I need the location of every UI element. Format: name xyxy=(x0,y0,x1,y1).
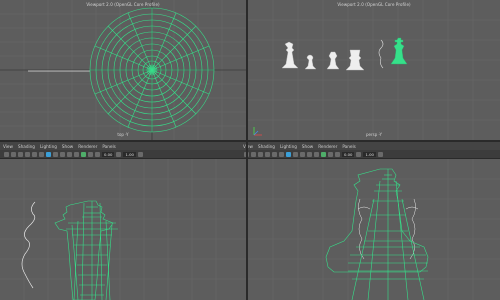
pawn-front-wireframe[interactable] xyxy=(0,159,246,300)
grid-icon[interactable] xyxy=(32,151,37,157)
menu-shading[interactable]: Shading xyxy=(258,144,275,149)
menubar-bottom-right: View Shading Lighting Show Renderer Pane… xyxy=(240,142,500,150)
smooth-shade-icon[interactable] xyxy=(286,151,291,157)
grid-icon[interactable] xyxy=(272,151,277,157)
menu-lighting[interactable]: Lighting xyxy=(280,144,297,149)
lights-icon[interactable] xyxy=(60,151,65,157)
gamma-icon[interactable] xyxy=(356,151,362,157)
bookmark-icon[interactable] xyxy=(258,151,263,157)
color-space-icon[interactable] xyxy=(377,151,383,157)
lock-icon[interactable] xyxy=(251,151,256,157)
gamma-icon[interactable] xyxy=(116,151,122,157)
viewport-front[interactable] xyxy=(0,159,246,300)
menu-shading[interactable]: Shading xyxy=(18,144,35,149)
xray-joints-icon[interactable] xyxy=(88,151,93,157)
near-clip-field[interactable]: 0.00 xyxy=(102,151,115,157)
texture-icon[interactable] xyxy=(53,151,58,157)
menu-renderer[interactable]: Renderer xyxy=(78,144,97,149)
lights-icon[interactable] xyxy=(300,151,305,157)
film-gate-icon[interactable] xyxy=(265,151,270,157)
viewport-title: Viewport 2.0 (OpenGL Core Profile) xyxy=(86,2,160,7)
film-gate-icon[interactable] xyxy=(25,151,30,157)
wireframe-icon[interactable] xyxy=(279,151,284,157)
isolate-icon[interactable] xyxy=(81,151,86,157)
menubar-bottom-left: View Shading Lighting Show Renderer Pane… xyxy=(0,142,246,150)
menu-panels[interactable]: Panels xyxy=(102,144,115,149)
menu-panels[interactable]: Panels xyxy=(342,144,355,149)
panel-toolbar-bottom-left: 0.00 1.00 xyxy=(0,150,246,159)
exposure-icon[interactable] xyxy=(95,151,100,157)
menu-show[interactable]: Show xyxy=(302,144,313,149)
camera-label: persp -Y xyxy=(366,132,382,137)
scale-field[interactable]: 1.00 xyxy=(123,151,136,157)
panel-toolbar-bottom-right: 0.00 1.00 xyxy=(240,150,500,159)
viewport-divider-horizontal[interactable] xyxy=(0,140,500,142)
viewport-divider-vertical[interactable] xyxy=(246,0,248,300)
isolate-icon[interactable] xyxy=(321,151,326,157)
axis-gizmo xyxy=(251,123,265,137)
scale-field[interactable]: 1.00 xyxy=(363,151,376,157)
maya-four-view-layout: Viewport 2.0 (OpenGL Core Profile) top -… xyxy=(0,0,500,300)
shadows-icon[interactable] xyxy=(307,151,312,157)
viewport-top[interactable]: Viewport 2.0 (OpenGL Core Profile) top -… xyxy=(0,0,246,140)
menu-view[interactable]: View xyxy=(3,144,13,149)
menu-renderer[interactable]: Renderer xyxy=(318,144,337,149)
xray-joints-icon[interactable] xyxy=(328,151,333,157)
menu-show[interactable]: Show xyxy=(62,144,73,149)
shadows-icon[interactable] xyxy=(67,151,72,157)
camera-label: top -Y xyxy=(117,132,129,137)
camera-icon[interactable] xyxy=(4,151,9,157)
color-space-icon[interactable] xyxy=(137,151,143,157)
xray-icon[interactable] xyxy=(74,151,79,157)
pawn-side-wireframe[interactable] xyxy=(248,159,500,300)
near-clip-field[interactable]: 0.00 xyxy=(342,151,355,157)
wireframe-icon[interactable] xyxy=(39,151,44,157)
menu-lighting[interactable]: Lighting xyxy=(40,144,57,149)
viewport-persp[interactable]: Viewport 2.0 (OpenGL Core Profile) persp… xyxy=(248,0,500,140)
pawn-top-wireframe[interactable] xyxy=(0,0,246,140)
bookmark-icon[interactable] xyxy=(18,151,23,157)
xray-icon[interactable] xyxy=(314,151,319,157)
chess-pieces-persp[interactable] xyxy=(248,0,500,140)
viewport-title: Viewport 2.0 (OpenGL Core Profile) xyxy=(337,2,411,7)
texture-icon[interactable] xyxy=(293,151,298,157)
smooth-shade-icon[interactable] xyxy=(46,151,51,157)
viewport-side[interactable] xyxy=(248,159,500,300)
exposure-icon[interactable] xyxy=(335,151,340,157)
lock-icon[interactable] xyxy=(11,151,16,157)
